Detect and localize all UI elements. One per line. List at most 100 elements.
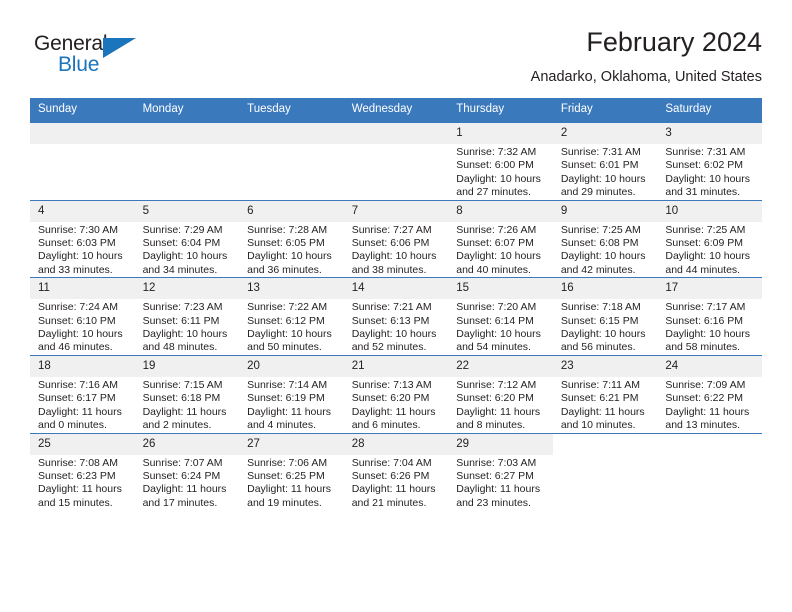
day-number [30, 123, 135, 144]
calendar-day-cell[interactable]: 13 Sunrise: 7:22 AM Sunset: 6:12 PM Dayligh… [239, 277, 344, 356]
sunset-text: Sunset: 6:08 PM [560, 237, 639, 250]
calendar-week-row: 11 Sunrise: 7:24 AM Sunset: 6:10 PM Dayligh… [30, 277, 762, 356]
day-cell-inner: 17 Sunrise: 7:17 AM Sunset: 6:16 PM Dayligh… [657, 278, 762, 355]
calendar-day-cell[interactable]: 15 Sunrise: 7:20 AM Sunset: 6:14 PM Dayligh… [448, 277, 553, 356]
daylight-text-line1: Daylight: 10 hours [456, 328, 541, 341]
daylight-text-line2: and 46 minutes. [38, 341, 113, 354]
daylight-text-line1: Daylight: 11 hours [142, 483, 227, 496]
day-details: Sunrise: 7:20 AM Sunset: 6:14 PM Daylight:… [448, 299, 553, 355]
sunrise-text: Sunrise: 7:28 AM [247, 223, 328, 236]
day-number: 25 [30, 433, 135, 455]
calendar-day-cell[interactable]: 20 Sunrise: 7:14 AM Sunset: 6:19 PM Dayligh… [239, 354, 344, 433]
day-number: 10 [657, 200, 762, 222]
calendar-day-cell[interactable]: 27 Sunrise: 7:06 AM Sunset: 6:25 PM Dayligh… [239, 432, 344, 511]
calendar-day-cell[interactable]: 6 Sunrise: 7:28 AM Sunset: 6:05 PM Daylight… [239, 199, 344, 278]
sunset-text: Sunset: 6:16 PM [665, 314, 744, 327]
calendar-day-cell[interactable]: 18 Sunrise: 7:16 AM Sunset: 6:17 PM Dayligh… [30, 354, 135, 433]
day-cell-inner: 15 Sunrise: 7:20 AM Sunset: 6:14 PM Dayligh… [448, 278, 553, 355]
calendar-day-cell[interactable]: 24 Sunrise: 7:09 AM Sunset: 6:22 PM Dayligh… [657, 354, 762, 433]
calendar-day-cell[interactable]: 17 Sunrise: 7:17 AM Sunset: 6:16 PM Dayligh… [657, 277, 762, 356]
sunrise-text: Sunrise: 7:30 AM [38, 223, 118, 236]
daylight-text-line1: Daylight: 10 hours [142, 250, 228, 263]
calendar-day-cell[interactable]: 16 Sunrise: 7:18 AM Sunset: 6:15 PM Dayligh… [552, 277, 658, 356]
sunrise-text: Sunrise: 7:31 AM [560, 146, 641, 158]
sunset-text: Sunset: 6:13 PM [351, 314, 430, 327]
day-details: Sunrise: 7:29 AM Sunset: 6:04 PM Daylight:… [135, 222, 240, 278]
daylight-text-line2: and 52 minutes. [351, 341, 427, 354]
calendar-day-cell[interactable]: 19 Sunrise: 7:15 AM Sunset: 6:18 PM Dayligh… [134, 354, 240, 433]
calendar-day-cell[interactable]: 4 Sunrise: 7:30 AM Sunset: 6:03 PM Daylight… [30, 199, 135, 278]
day-number: 17 [657, 278, 762, 300]
calendar-week-row: 1 Sunrise: 7:32 AM Sunset: 6:00 PM Daylight… [30, 122, 762, 201]
calendar-day-cell[interactable]: 1 Sunrise: 7:32 AM Sunset: 6:00 PM Daylight… [448, 122, 553, 201]
calendar-day-cell[interactable]: 3 Sunrise: 7:31 AM Sunset: 6:02 PM Daylight… [657, 122, 762, 201]
logo-triangle-icon [103, 38, 136, 58]
calendar-cell-empty [657, 432, 762, 511]
day-cell-inner: 1 Sunrise: 7:32 AM Sunset: 6:00 PM Daylight… [448, 123, 553, 200]
day-number [552, 433, 658, 455]
day-details: Sunrise: 7:26 AM Sunset: 6:07 PM Daylight:… [448, 222, 553, 278]
day-details: Sunrise: 7:14 AM Sunset: 6:19 PM Daylight:… [239, 377, 344, 433]
daylight-text-line1: Daylight: 11 hours [38, 405, 122, 418]
calendar-day-cell[interactable]: 21 Sunrise: 7:13 AM Sunset: 6:20 PM Dayligh… [343, 354, 449, 433]
daylight-text-line2: and 44 minutes. [665, 263, 741, 276]
calendar-day-cell[interactable]: 28 Sunrise: 7:04 AM Sunset: 6:26 PM Dayligh… [343, 432, 449, 511]
page-subtitle: Anadarko, Oklahoma, United States [530, 69, 762, 85]
calendar-day-cell[interactable]: 25 Sunrise: 7:08 AM Sunset: 6:23 PM Dayligh… [30, 432, 135, 511]
daylight-text-line2: and 42 minutes. [560, 263, 636, 276]
calendar-week-row: 18 Sunrise: 7:16 AM Sunset: 6:17 PM Dayligh… [30, 354, 762, 433]
sunset-text: Sunset: 6:11 PM [142, 314, 220, 327]
weekday-header-thursday: Thursday [448, 98, 553, 123]
day-number: 4 [30, 200, 135, 222]
daylight-text-line2: and 40 minutes. [456, 263, 531, 276]
daylight-text-line1: Daylight: 10 hours [247, 250, 332, 263]
day-number: 26 [134, 433, 240, 455]
daylight-text-line1: Daylight: 10 hours [665, 172, 751, 185]
day-number: 28 [343, 433, 449, 455]
day-cell-inner: 4 Sunrise: 7:30 AM Sunset: 6:03 PM Daylight… [30, 200, 135, 278]
daylight-text-line1: Daylight: 11 hours [351, 405, 436, 418]
weekday-header-sunday: Sunday [30, 98, 135, 123]
sunrise-text: Sunrise: 7:09 AM [665, 378, 746, 391]
sunrise-text: Sunrise: 7:15 AM [142, 378, 223, 391]
calendar-body: 1 Sunrise: 7:32 AM Sunset: 6:00 PM Daylight… [30, 122, 762, 511]
calendar-day-cell[interactable]: 22 Sunrise: 7:12 AM Sunset: 6:20 PM Dayligh… [448, 354, 553, 433]
daylight-text-line2: and 58 minutes. [665, 341, 741, 354]
day-number: 16 [552, 278, 658, 300]
sunrise-text: Sunrise: 7:12 AM [456, 378, 537, 391]
calendar-day-cell[interactable]: 9 Sunrise: 7:25 AM Sunset: 6:08 PM Daylight… [552, 199, 658, 278]
page-title: February 2024 [586, 27, 762, 57]
day-number [343, 123, 449, 144]
calendar-day-cell[interactable]: 5 Sunrise: 7:29 AM Sunset: 6:04 PM Daylight… [134, 199, 240, 278]
calendar-day-cell[interactable]: 8 Sunrise: 7:26 AM Sunset: 6:07 PM Daylight… [448, 199, 553, 278]
day-cell-inner: 27 Sunrise: 7:06 AM Sunset: 6:25 PM Dayligh… [239, 433, 344, 511]
calendar-day-cell[interactable]: 12 Sunrise: 7:23 AM Sunset: 6:11 PM Dayligh… [134, 277, 240, 356]
calendar-day-cell[interactable]: 10 Sunrise: 7:25 AM Sunset: 6:09 PM Dayligh… [657, 199, 762, 278]
sunset-text: Sunset: 6:19 PM [247, 392, 325, 405]
calendar-day-cell[interactable]: 7 Sunrise: 7:27 AM Sunset: 6:06 PM Daylight… [343, 199, 449, 278]
sunrise-text: Sunrise: 7:08 AM [38, 456, 118, 469]
day-cell-inner [134, 123, 240, 200]
sunrise-text: Sunrise: 7:14 AM [247, 378, 328, 391]
calendar-day-cell[interactable]: 29 Sunrise: 7:03 AM Sunset: 6:27 PM Dayligh… [448, 432, 553, 511]
calendar-day-cell[interactable]: 23 Sunrise: 7:11 AM Sunset: 6:21 PM Dayligh… [552, 354, 658, 433]
calendar-cell-empty [552, 432, 658, 511]
sunset-text: Sunset: 6:05 PM [247, 237, 325, 250]
sunrise-text: Sunrise: 7:29 AM [142, 223, 223, 236]
daylight-text-line1: Daylight: 11 hours [665, 405, 750, 418]
calendar-day-cell[interactable]: 11 Sunrise: 7:24 AM Sunset: 6:10 PM Dayligh… [30, 277, 135, 356]
daylight-text-line2: and 36 minutes. [247, 263, 322, 276]
day-cell-inner: 10 Sunrise: 7:25 AM Sunset: 6:09 PM Dayligh… [657, 200, 762, 278]
day-cell-inner: 20 Sunrise: 7:14 AM Sunset: 6:19 PM Dayligh… [239, 355, 344, 433]
calendar-day-cell[interactable]: 14 Sunrise: 7:21 AM Sunset: 6:13 PM Dayligh… [343, 277, 449, 356]
day-number: 23 [552, 355, 658, 377]
day-cell-inner: 23 Sunrise: 7:11 AM Sunset: 6:21 PM Dayligh… [552, 355, 658, 433]
sunset-text: Sunset: 6:15 PM [560, 314, 639, 327]
day-number: 3 [657, 123, 762, 144]
sunset-text: Sunset: 6:25 PM [247, 469, 325, 482]
daylight-text-line1: Daylight: 10 hours [142, 328, 228, 341]
day-details: Sunrise: 7:22 AM Sunset: 6:12 PM Daylight:… [239, 299, 344, 355]
day-number: 6 [239, 200, 344, 222]
calendar-day-cell[interactable]: 26 Sunrise: 7:07 AM Sunset: 6:24 PM Dayligh… [134, 432, 240, 511]
calendar-day-cell[interactable]: 2 Sunrise: 7:31 AM Sunset: 6:01 PM Daylight… [552, 122, 658, 201]
